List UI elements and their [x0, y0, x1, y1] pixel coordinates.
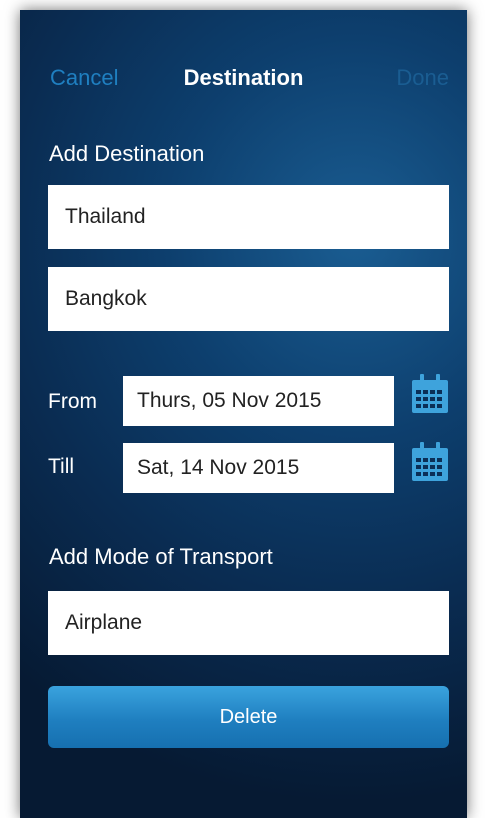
- from-label: From: [48, 390, 97, 413]
- done-button[interactable]: Done: [396, 65, 449, 91]
- add-destination-label: Add Destination: [49, 141, 205, 166]
- city-input[interactable]: [48, 267, 449, 331]
- from-date-field[interactable]: [123, 376, 394, 426]
- delete-button[interactable]: Delete: [48, 686, 449, 748]
- till-label: Till: [48, 455, 75, 478]
- calendar-icon[interactable]: [411, 442, 449, 482]
- cancel-button[interactable]: Cancel: [50, 65, 118, 91]
- add-transport-label: Add Mode of Transport: [49, 544, 273, 569]
- country-input[interactable]: [48, 185, 449, 249]
- app-screen: Destination Cancel Done Add Destination …: [20, 10, 467, 818]
- calendar-icon[interactable]: [411, 374, 449, 414]
- transport-mode-input[interactable]: [48, 591, 449, 655]
- till-date-field[interactable]: [123, 443, 394, 493]
